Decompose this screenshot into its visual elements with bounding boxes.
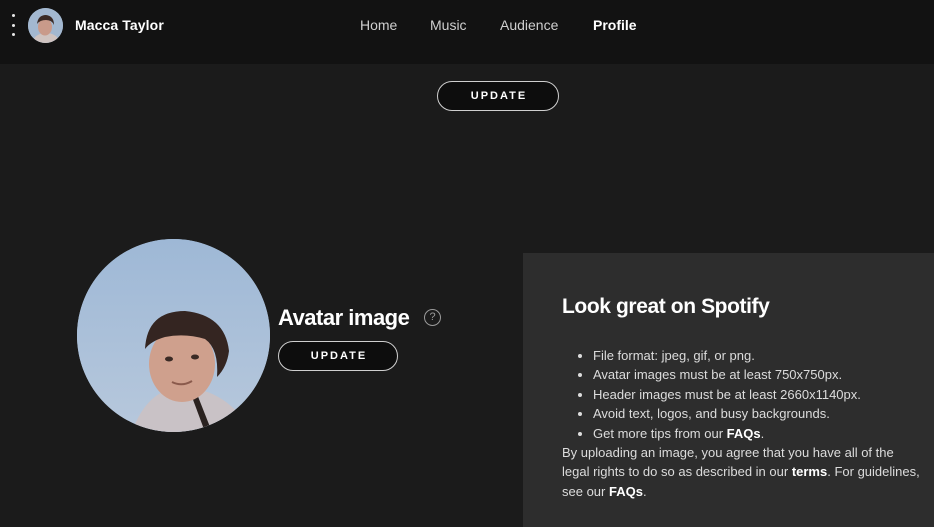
profile-page: Macca Taylor Home Music Audience Profile…	[0, 0, 934, 527]
guidelines-faqs-link[interactable]: FAQs	[609, 484, 643, 499]
tips-suffix: .	[760, 425, 765, 441]
guideline-item: Avoid text, logos, and busy backgrounds.	[578, 404, 861, 423]
avatar-image[interactable]	[77, 239, 270, 432]
guidelines-list: File format: jpeg, gif, or png. Avatar i…	[562, 346, 861, 443]
help-circle-icon[interactable]: ?	[424, 309, 441, 326]
terms-link[interactable]: terms	[792, 464, 827, 479]
tips-prefix: Get more tips from our	[593, 425, 727, 441]
legal-note: By uploading an image, you agree that yo…	[562, 443, 924, 501]
guideline-item-tips: Get more tips from our FAQs.	[578, 424, 861, 443]
nav-music[interactable]: Music	[430, 17, 467, 33]
update-header-image-button[interactable]: UPDATE	[437, 81, 559, 111]
update-avatar-button[interactable]: UPDATE	[278, 341, 398, 371]
main-nav: Home Music Audience Profile	[0, 17, 934, 37]
faqs-link[interactable]: FAQs	[727, 426, 761, 441]
guidelines-title: Look great on Spotify	[562, 295, 770, 318]
nav-home[interactable]: Home	[360, 17, 397, 33]
legal-note-text: .	[642, 483, 647, 499]
avatar-image-title: Avatar image	[278, 305, 410, 330]
guideline-item: Avatar images must be at least 750x750px…	[578, 365, 861, 384]
guidelines-panel: Look great on Spotify File format: jpeg,…	[523, 253, 934, 527]
guideline-item: File format: jpeg, gif, or png.	[578, 346, 861, 365]
nav-audience[interactable]: Audience	[500, 17, 558, 33]
guideline-item: Header images must be at least 2660x1140…	[578, 385, 861, 404]
nav-profile[interactable]: Profile	[593, 17, 637, 33]
avatar-photo	[77, 239, 270, 432]
top-navigation-bar: Macca Taylor Home Music Audience Profile	[0, 0, 934, 64]
